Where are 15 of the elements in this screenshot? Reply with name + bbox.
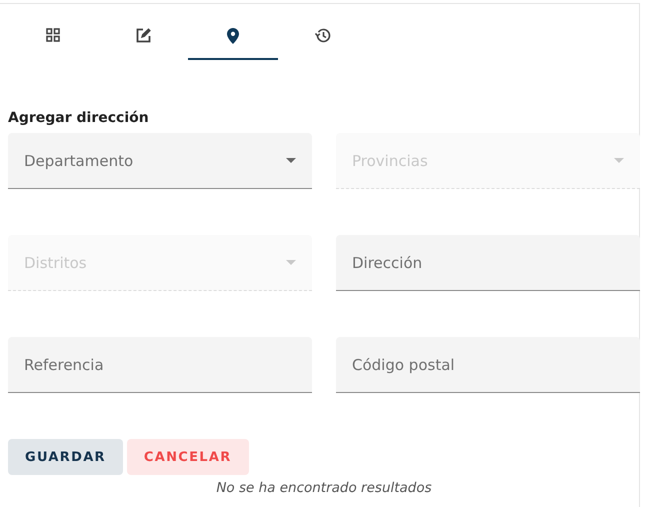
select-field[interactable]: Departamento — [8, 133, 312, 189]
history-icon — [315, 28, 331, 43]
save-button[interactable]: GUARDAR — [8, 439, 123, 475]
input-field[interactable]: Código postal — [336, 337, 640, 393]
input-field[interactable]: Referencia — [8, 337, 312, 393]
form-title: Agregar dirección — [8, 110, 150, 126]
grid-icon — [46, 28, 60, 42]
caret-icon — [286, 158, 296, 163]
no-results-message: No se ha encontrado resultados — [215, 480, 433, 496]
caret-icon — [286, 260, 296, 265]
location-pin-icon — [227, 28, 239, 44]
cancel-button[interactable]: CANCELAR — [126, 439, 249, 475]
edit-icon — [136, 28, 150, 43]
input-field[interactable]: Dirección — [336, 235, 640, 291]
caret-icon — [614, 158, 624, 163]
